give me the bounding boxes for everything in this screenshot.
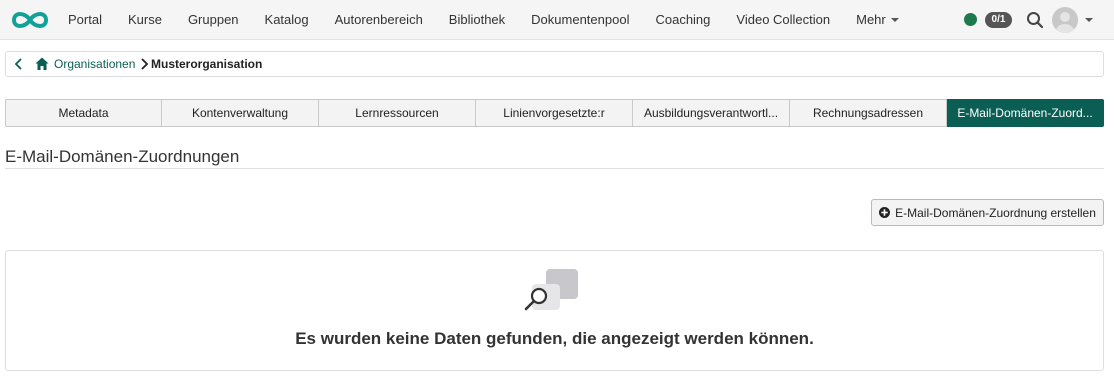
user-menu-caret-icon[interactable] [1085,18,1093,22]
nav-autorenbereich[interactable]: Autorenbereich [322,0,436,40]
tab-linienvorgesetzte[interactable]: Linienvorgesetzte:r [476,99,633,127]
nav-gruppen[interactable]: Gruppen [175,0,252,40]
page-title: E-Mail-Domänen-Zuordnungen [5,147,240,166]
nav-coaching[interactable]: Coaching [642,0,723,40]
empty-state-message: Es wurden keine Daten gefunden, die ange… [295,329,814,348]
nav-katalog[interactable]: Katalog [252,0,322,40]
nav-mehr-label: Mehr [856,12,886,27]
breadcrumb: Organisationen Musterorganisation [5,51,1104,77]
chevron-right-icon [141,58,149,70]
online-status-indicator[interactable] [964,13,977,26]
nav-portal[interactable]: Portal [55,0,115,40]
tab-lernressourcen[interactable]: Lernressourcen [319,99,476,127]
home-icon[interactable] [34,56,50,72]
tab-metadata[interactable]: Metadata [5,99,162,127]
empty-state-panel: Es wurden keine Daten gefunden, die ange… [5,250,1104,371]
chevron-left-icon[interactable] [12,57,26,71]
breadcrumb-current: Musterorganisation [151,57,263,71]
main-menu: Portal Kurse Gruppen Katalog Autorenbere… [55,0,912,40]
title-divider [5,168,1104,169]
count-badge[interactable]: 0/1 [985,12,1012,28]
tab-ausbildungsverantwortliche[interactable]: Ausbildungsverantwortl... [633,99,790,127]
infinity-logo-icon[interactable] [8,9,52,31]
tab-rechnungsadressen[interactable]: Rechnungsadressen [790,99,947,127]
nav-kurse[interactable]: Kurse [115,0,175,40]
caret-down-icon [890,18,899,22]
breadcrumb-organisationen-link[interactable]: Organisationen [54,57,135,71]
nav-bibliothek[interactable]: Bibliothek [436,0,518,40]
plus-circle-icon [879,207,891,218]
search-icon[interactable] [1025,10,1045,30]
user-avatar[interactable] [1052,7,1078,33]
nav-mehr-dropdown[interactable]: Mehr [843,0,912,40]
top-navigation: Portal Kurse Gruppen Katalog Autorenbere… [0,0,1114,40]
user-silhouette-icon [1056,12,1074,33]
tab-kontenverwaltung[interactable]: Kontenverwaltung [162,99,319,127]
nav-dokumentenpool[interactable]: Dokumentenpool [518,0,642,40]
empty-data-icon [524,269,578,311]
tab-bar: Metadata Kontenverwaltung Lernressourcen… [5,99,1104,127]
nav-video-collection[interactable]: Video Collection [723,0,843,40]
create-button-label: E-Mail-Domänen-Zuordnung erstellen [895,205,1096,220]
tab-email-domaenen-zuordnungen[interactable]: E-Mail-Domänen-Zuord... [947,99,1104,127]
create-email-domain-mapping-button[interactable]: E-Mail-Domänen-Zuordnung erstellen [871,199,1104,226]
